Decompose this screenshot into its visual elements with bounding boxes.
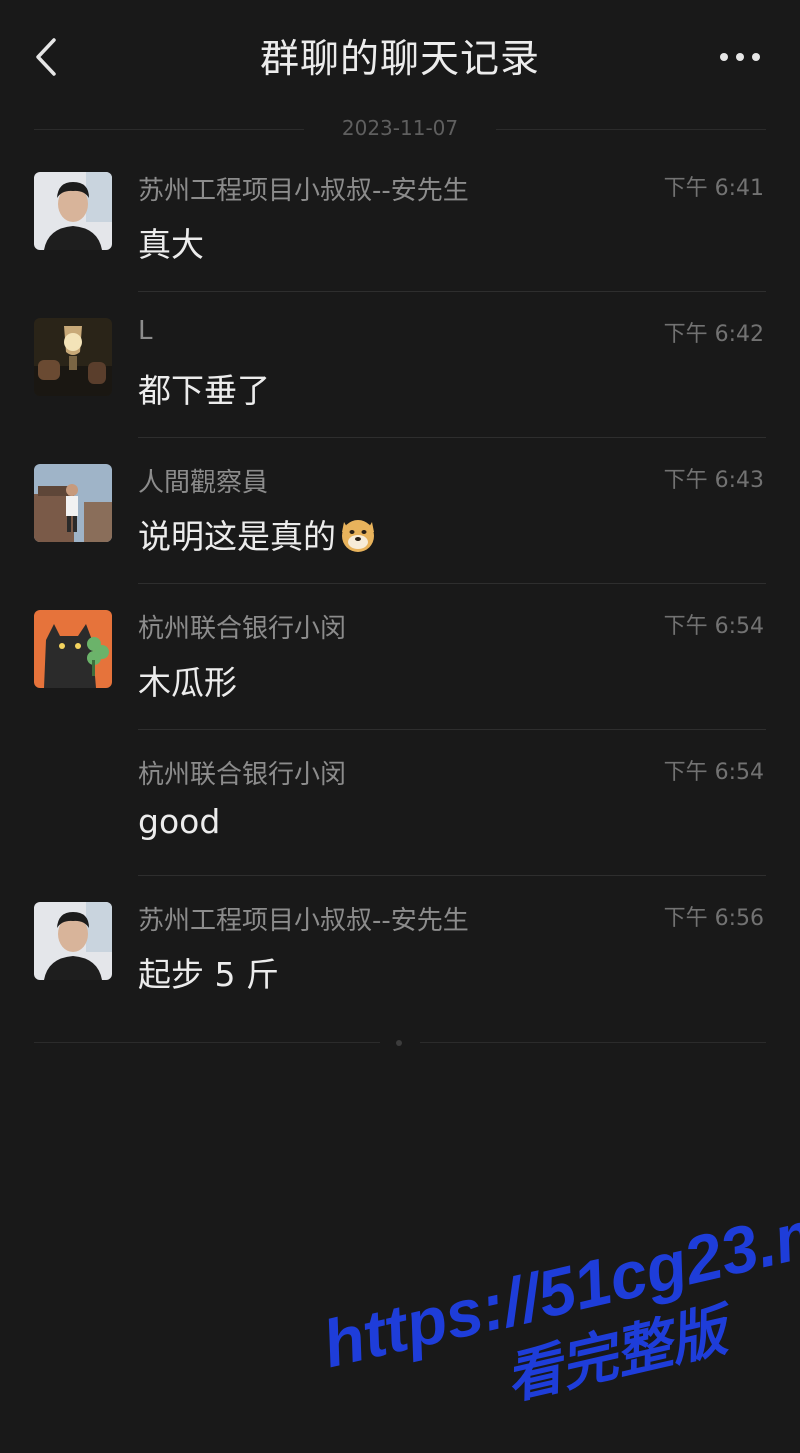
more-options-button[interactable] [712,40,768,74]
message-text-content: 说明这是真的 [138,517,336,556]
separator-dot [396,1040,402,1046]
page-title: 群聊的聊天记录 [259,37,540,82]
message-item[interactable]: 苏州工程项目小叔叔--安先生 下午 6:41 真大 [0,146,800,292]
message-time: 下午 6:41 [663,176,764,201]
message-item[interactable]: 杭州联合银行小闵 下午 6:54 木瓜形 [0,584,800,730]
trophy-photo-icon [34,318,112,396]
message-text: 都下垂了 [138,371,270,410]
sender-name: 杭州联合银行小闵 [138,760,347,790]
message-text: 木瓜形 [138,663,237,702]
message-item[interactable]: 苏州工程项目小叔叔--安先生 下午 6:56 起步 5 斤 [0,876,800,1022]
avatar[interactable] [34,902,112,980]
message-time: 下午 6:42 [663,322,764,347]
end-of-history-separator [34,1040,766,1046]
message-time: 下午 6:43 [663,468,764,493]
person-photo-icon [34,902,112,980]
message-item[interactable]: L 下午 6:42 都下垂了 [0,292,800,438]
avatar[interactable] [34,464,112,542]
sender-name: 苏州工程项目小叔叔--安先生 [138,176,469,206]
message-item[interactable]: 杭州联合银行小闵 下午 6:54 good [0,730,800,876]
separator-line [420,1042,766,1043]
message-text: 起步 5 斤 [138,955,279,994]
message-time: 下午 6:56 [663,906,764,931]
avatar[interactable] [34,318,112,396]
outdoor-person-photo-icon [34,464,112,542]
date-separator: 2023-11-07 [34,113,766,143]
message-time: 下午 6:54 [663,614,764,639]
ellipsis-icon [720,53,760,61]
back-button[interactable] [30,34,70,80]
doge-emoji-icon [342,520,374,552]
message-text: 说明这是真的 [138,510,378,558]
person-photo-icon [34,172,112,250]
navigation-bar: 群聊的聊天记录 [0,0,800,116]
separator-line [34,1042,380,1043]
message-time: 下午 6:54 [663,760,764,785]
chevron-left-icon [36,38,56,76]
sender-name: 杭州联合银行小闵 [138,614,347,644]
sender-name: 苏州工程项目小叔叔--安先生 [138,906,469,936]
cartoon-cat-icon [34,610,112,688]
message-text: good [138,802,221,841]
avatar[interactable] [34,610,112,688]
date-label: 2023-11-07 [341,116,459,140]
sender-name: 人間觀察員 [138,468,269,498]
message-text: 真大 [138,225,204,264]
message-item[interactable]: 人間觀察員 下午 6:43 说明这是真的 [0,438,800,584]
watermark: https://51cg23.me 看完整版 [300,1123,800,1425]
avatar[interactable] [34,172,112,250]
sender-name: L [138,316,153,346]
